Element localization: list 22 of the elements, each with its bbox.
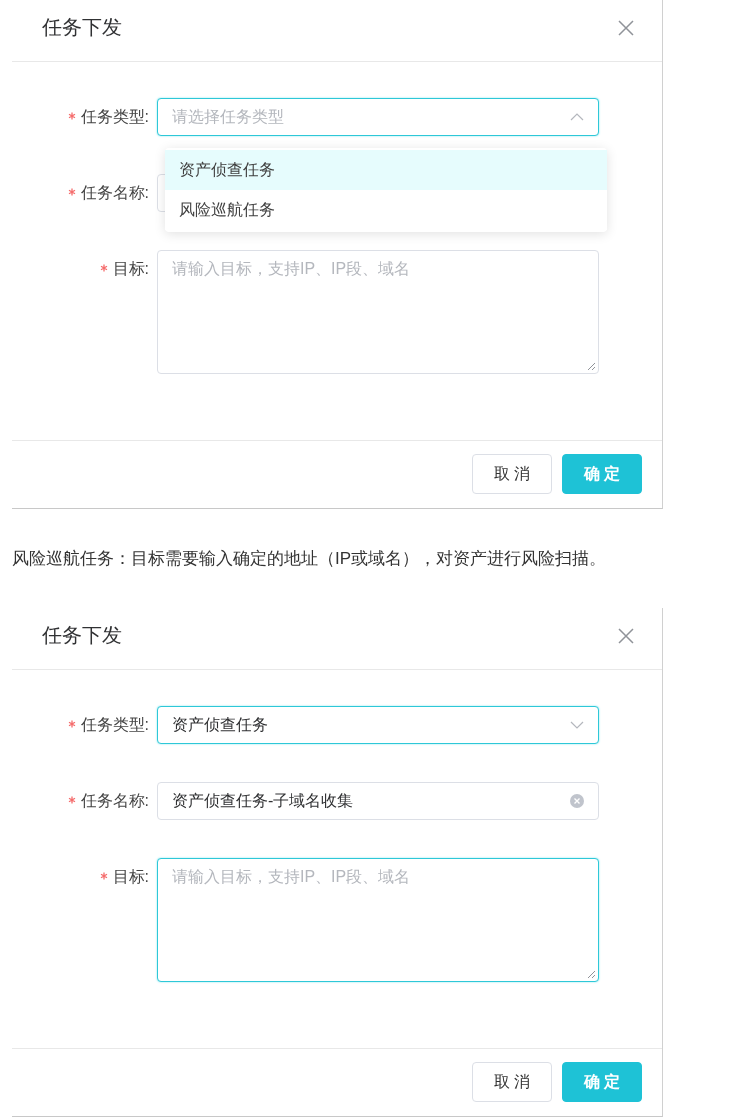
dialog-title: 任务下发 (42, 15, 122, 40)
field-label: 目标: (12, 250, 157, 288)
dropdown-option[interactable]: 风险巡航任务 (165, 190, 607, 230)
close-button[interactable] (616, 17, 636, 38)
input-field[interactable]: 资产侦查任务-子域名收集 (157, 782, 599, 820)
dialog-title: 任务下发 (42, 623, 122, 648)
clear-icon[interactable] (570, 794, 584, 808)
field-label: 目标: (12, 858, 157, 896)
field-label: 任务类型: (12, 98, 157, 136)
dropdown-option[interactable]: 资产侦查任务 (165, 150, 607, 190)
field-label: 任务名称: (12, 782, 157, 820)
chevron-icon (570, 721, 584, 729)
resize-handle-icon[interactable] (586, 969, 596, 979)
close-button[interactable] (616, 625, 636, 646)
select-field[interactable]: 资产侦查任务 (157, 706, 599, 744)
cancel-button[interactable]: 取 消 (472, 454, 552, 494)
cancel-button[interactable]: 取 消 (472, 1062, 552, 1102)
field-label: 任务类型: (12, 706, 157, 744)
chevron-icon (570, 113, 584, 121)
paragraph-text: 风险巡航任务：目标需要输入确定的地址（IP或域名），对资产进行风险扫描。 (12, 548, 608, 570)
resize-handle-icon[interactable] (586, 361, 596, 371)
field-label: 任务名称: (12, 174, 157, 212)
